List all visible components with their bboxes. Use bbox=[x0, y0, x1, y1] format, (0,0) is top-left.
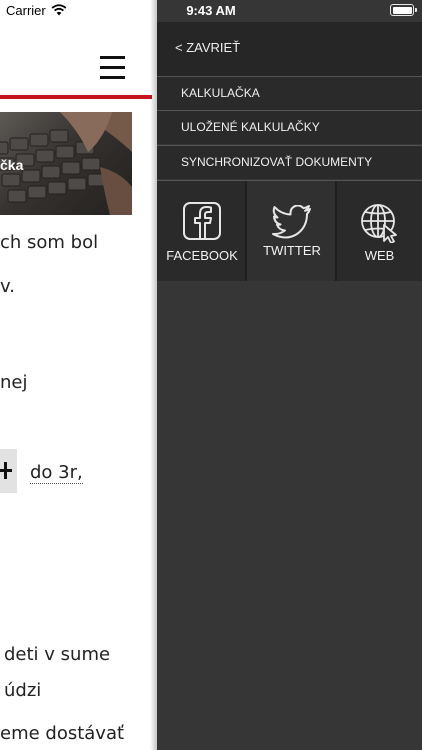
web-button[interactable]: WEB bbox=[337, 181, 422, 281]
web-label: WEB bbox=[364, 248, 395, 263]
menu-item-saved-calculators[interactable]: ULOŽENÉ KALKULAČKY bbox=[157, 110, 422, 144]
body-text-line: deti v sume bbox=[4, 644, 111, 665]
status-time: 9:43 AM bbox=[186, 3, 236, 18]
header-divider bbox=[0, 95, 152, 99]
body-text-line: ch som bol bbox=[0, 232, 99, 253]
expand-plus-button[interactable] bbox=[0, 449, 17, 493]
side-menu: < ZAVRIEŤ KALKULAČKA ULOŽENÉ KALKULAČKY … bbox=[157, 0, 422, 750]
social-links: FACEBOOK TWITTER WEB bbox=[157, 180, 422, 281]
hero-title: čka bbox=[0, 157, 24, 173]
facebook-icon bbox=[183, 202, 221, 240]
twitter-button[interactable]: TWITTER bbox=[247, 181, 337, 281]
body-text-line: v. bbox=[0, 276, 15, 297]
menu-header: < ZAVRIEŤ bbox=[157, 22, 422, 76]
battery-level bbox=[392, 6, 412, 14]
content-page: čka ch som bol v. nej do 3r, deti v sume… bbox=[0, 0, 158, 750]
hamburger-menu-icon[interactable] bbox=[100, 56, 125, 80]
menu-item-calculator[interactable]: KALKULAČKA bbox=[157, 76, 422, 110]
tooltip-link[interactable]: do 3r, bbox=[30, 462, 83, 484]
body-text-line: nej bbox=[0, 372, 28, 393]
menu-item-sync-documents[interactable]: SYNCHRONIZOVAŤ DOKUMENTY bbox=[157, 145, 422, 179]
twitter-label: TWITTER bbox=[263, 243, 321, 258]
body-text-line: údzi bbox=[4, 680, 42, 701]
battery-tip bbox=[415, 8, 417, 12]
body-text-line: eme dostávať bbox=[0, 723, 125, 744]
battery-icon bbox=[390, 4, 417, 16]
close-menu-button[interactable]: < ZAVRIEŤ bbox=[175, 40, 240, 55]
globe-cursor-icon bbox=[361, 204, 397, 243]
status-bar: Carrier 9:43 AM bbox=[0, 0, 422, 22]
facebook-label: FACEBOOK bbox=[166, 248, 238, 263]
twitter-icon bbox=[272, 205, 311, 239]
facebook-button[interactable]: FACEBOOK bbox=[157, 181, 247, 281]
